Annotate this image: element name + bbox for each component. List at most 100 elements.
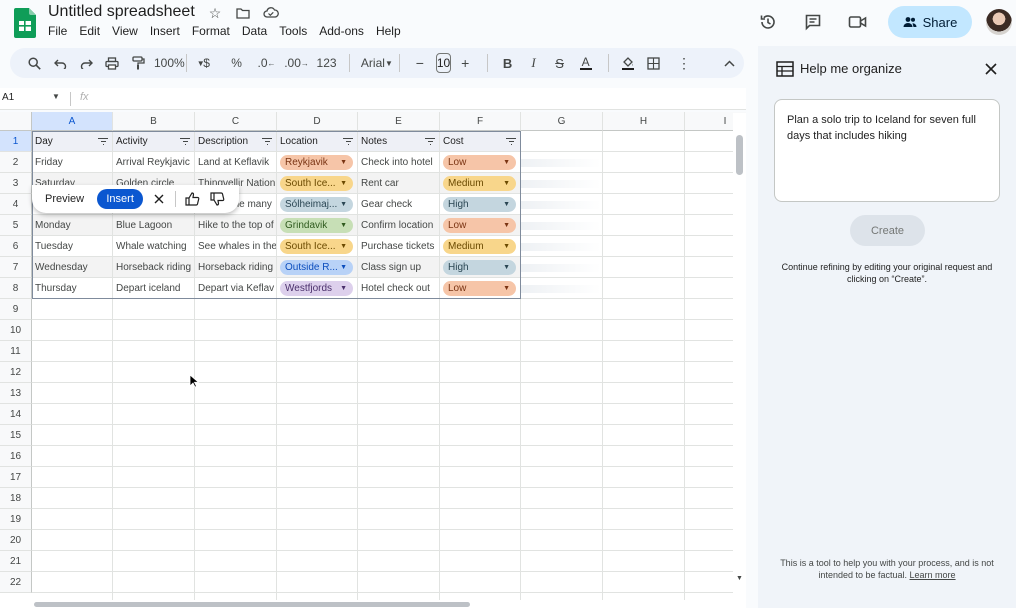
learn-more-link[interactable]: Learn more — [910, 570, 956, 580]
cost-chip[interactable]: Medium ▼ — [443, 239, 516, 254]
star-icon[interactable]: ☆ — [206, 4, 224, 22]
thumbs-up-icon[interactable] — [183, 190, 201, 208]
table-cell-notes[interactable]: Confirm location — [358, 215, 439, 236]
table-cell-activity[interactable]: Whale watching — [113, 236, 194, 257]
table-cell-description[interactable]: See whales in the — [195, 236, 276, 257]
comments-icon[interactable] — [798, 7, 828, 37]
print-icon[interactable] — [100, 51, 124, 75]
table-header-cell[interactable]: Activity — [113, 131, 179, 152]
row-header[interactable]: 8 — [0, 278, 32, 299]
table-cell-notes[interactable]: Purchase tickets — [358, 236, 439, 257]
location-chip[interactable]: South Ice... ▼ — [280, 239, 353, 254]
document-title[interactable]: Untitled spreadsheet — [48, 3, 195, 21]
table-cell-activity[interactable]: Blue Lagoon — [113, 215, 194, 236]
zoom-select[interactable]: 100% ▼ — [152, 51, 205, 75]
filter-icon[interactable] — [425, 138, 435, 146]
more-options-icon[interactable]: ⋮ — [672, 51, 696, 75]
table-header-cell[interactable]: Notes — [358, 131, 424, 152]
row-header[interactable]: 19 — [0, 509, 32, 530]
filter-icon[interactable] — [343, 138, 353, 146]
version-history-icon[interactable] — [753, 7, 783, 37]
location-chip[interactable]: South Ice... ▼ — [280, 176, 353, 191]
dismiss-icon[interactable] — [151, 191, 167, 207]
bold-icon[interactable]: B — [496, 51, 520, 75]
decrease-decimal-button[interactable]: .0 ← — [255, 51, 279, 75]
row-header[interactable]: 10 — [0, 320, 32, 341]
column-header-e[interactable]: E — [358, 112, 440, 131]
share-button[interactable]: Share — [888, 6, 972, 38]
undo-icon[interactable] — [48, 51, 72, 75]
row-header[interactable]: 5 — [0, 215, 32, 236]
column-header-g[interactable]: G — [521, 112, 603, 131]
location-chip[interactable]: Grindavik ▼ — [280, 218, 353, 233]
decrease-font-size-icon[interactable]: − — [408, 51, 432, 75]
number-format-button[interactable]: 123 — [315, 51, 339, 75]
row-header[interactable]: 22 — [0, 572, 32, 593]
collapse-toolbar-icon[interactable] — [718, 51, 742, 75]
row-header[interactable]: 17 — [0, 467, 32, 488]
borders-icon[interactable] — [642, 51, 666, 75]
filter-icon[interactable] — [506, 138, 516, 146]
text-color-icon[interactable]: A — [574, 51, 598, 75]
menu-help[interactable]: Help — [370, 23, 407, 39]
row-header[interactable]: 3 — [0, 173, 32, 194]
fill-color-icon[interactable] — [616, 51, 640, 75]
horizontal-scrollbar[interactable] — [32, 600, 732, 608]
table-cell-day[interactable]: Friday — [32, 152, 112, 173]
table-cell-description[interactable]: Depart via Keflav — [195, 278, 276, 299]
table-cell-description[interactable]: Hike to the top of — [195, 215, 276, 236]
meet-video-icon[interactable] — [843, 7, 873, 37]
column-header-a[interactable]: A — [32, 112, 113, 131]
location-chip[interactable]: Westfjords ▼ — [280, 281, 353, 296]
cost-chip[interactable]: Low ▼ — [443, 218, 516, 233]
select-all-corner[interactable] — [0, 112, 32, 131]
increase-decimal-button[interactable]: .00 → — [284, 51, 309, 75]
filter-icon[interactable] — [180, 138, 190, 146]
table-header-cell[interactable]: Location — [277, 131, 342, 152]
font-family-select[interactable]: Arial ▼ — [357, 51, 393, 75]
menu-insert[interactable]: Insert — [144, 23, 186, 39]
vertical-scrollbar[interactable]: ▼ — [733, 113, 746, 608]
format-currency-button[interactable]: $ — [195, 51, 219, 75]
insert-button[interactable]: Insert — [97, 189, 144, 209]
row-header[interactable]: 13 — [0, 383, 32, 404]
cost-chip[interactable]: Medium ▼ — [443, 176, 516, 191]
table-cell-description[interactable]: Horseback riding — [195, 257, 276, 278]
create-button[interactable]: Create — [850, 215, 925, 246]
menu-tools[interactable]: Tools — [273, 23, 313, 39]
row-header[interactable]: 6 — [0, 236, 32, 257]
table-cell-notes[interactable]: Rent car — [358, 173, 439, 194]
table-header-cell[interactable]: Day — [32, 131, 97, 152]
search-menus-icon[interactable] — [22, 51, 46, 75]
table-cell-activity[interactable]: Arrival Reykjavic — [113, 152, 194, 173]
table-cell-notes[interactable]: Check into hotel — [358, 152, 439, 173]
column-header-c[interactable]: C — [195, 112, 277, 131]
table-cell-activity[interactable]: Depart iceland — [113, 278, 194, 299]
cost-chip[interactable]: High ▼ — [443, 260, 516, 275]
italic-icon[interactable]: I — [522, 51, 546, 75]
menu-format[interactable]: Format — [186, 23, 236, 39]
menu-addons[interactable]: Add-ons — [313, 23, 370, 39]
preview-button[interactable]: Preview — [45, 193, 84, 205]
table-header-cell[interactable]: Cost — [440, 131, 505, 152]
table-cell-notes[interactable]: Hotel check out — [358, 278, 439, 299]
row-header[interactable]: 14 — [0, 404, 32, 425]
filter-icon[interactable] — [98, 138, 108, 146]
chevron-down-icon[interactable]: ▼ — [52, 92, 60, 101]
cost-chip[interactable]: High ▼ — [443, 197, 516, 212]
cloud-status-icon[interactable] — [262, 4, 280, 22]
row-header[interactable]: 18 — [0, 488, 32, 509]
table-cell-day[interactable]: Monday — [32, 215, 112, 236]
row-header[interactable]: 12 — [0, 362, 32, 383]
row-header[interactable]: 2 — [0, 152, 32, 173]
row-header[interactable]: 7 — [0, 257, 32, 278]
cost-chip[interactable]: Low ▼ — [443, 155, 516, 170]
paint-format-icon[interactable] — [126, 51, 150, 75]
row-header[interactable]: 15 — [0, 425, 32, 446]
menu-data[interactable]: Data — [236, 23, 273, 39]
thumbs-down-icon[interactable] — [208, 190, 226, 208]
row-header[interactable]: 11 — [0, 341, 32, 362]
table-cell-activity[interactable]: Horseback riding — [113, 257, 194, 278]
redo-icon[interactable] — [74, 51, 98, 75]
row-header[interactable]: 4 — [0, 194, 32, 215]
